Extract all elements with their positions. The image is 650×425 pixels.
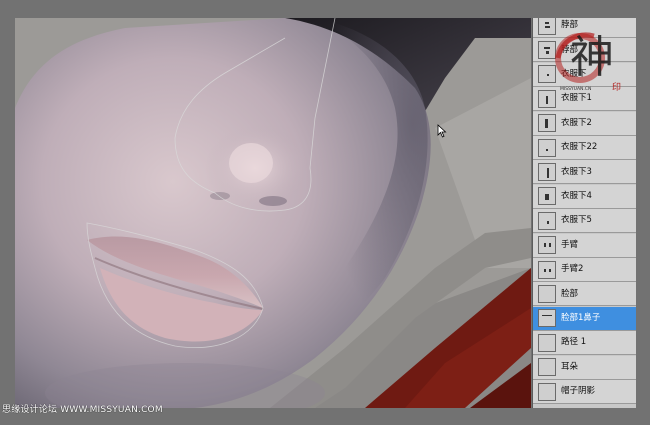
layer-row[interactable]: 衣服下4 [533,184,636,209]
layer-thumbnail-icon [538,138,556,157]
layer-thumbnail-icon [538,382,556,401]
layer-row[interactable]: 路径 1 [533,331,636,356]
layer-row[interactable]: 衣服下5 [533,209,636,234]
layer-name: 衣服下2 [561,117,592,128]
layer-row[interactable]: 脸部 [533,282,636,307]
watermark: 思缘设计论坛 WWW.MISSYUAN.COM [2,405,163,415]
layer-name: 衣服下3 [561,166,592,177]
layer-row[interactable]: 衣服下2 [533,111,636,136]
layer-row[interactable]: 帽子阴影 [533,380,636,404]
layer-name: 衣服下4 [561,191,592,202]
logo-site-text: MISSYUAN.CN [560,86,591,92]
seal-logo-icon: 神 印 MISSYUAN.CN [555,32,621,93]
layer-row[interactable]: 手臂 [533,233,636,258]
layer-row[interactable]: 衣服下3 [533,160,636,185]
layer-name: 脸部 [561,288,579,299]
layer-thumbnail-icon [538,162,556,181]
layer-name: 帽子阴影 [561,386,596,397]
layer-name: 耳朵 [561,361,579,372]
layer-row[interactable]: 衣服下22 [533,136,636,160]
layer-row[interactable]: 手臂2 [533,258,636,282]
layer-name: 脸部1鼻子 [561,313,601,324]
layer-row[interactable]: 脸部1鼻子 [533,306,636,331]
layer-thumbnail-icon [538,211,556,230]
layer-name: 手臂 [561,239,579,250]
document-canvas[interactable] [15,18,531,408]
logo-glyph: 神 [570,32,614,83]
layer-thumbnail-icon [538,309,556,328]
layer-thumbnail-icon [538,260,556,279]
layer-thumbnail-icon [538,284,556,303]
layer-name: 手臂2 [561,264,584,275]
arrow-cursor-icon [437,124,447,138]
layer-name: 路径 1 [561,337,587,348]
layer-name: 衣服下22 [561,142,598,153]
layer-thumbnail-icon [538,114,556,133]
layer-thumbnail-icon [538,187,556,206]
svg-text:印: 印 [612,81,621,93]
layer-name: 衣服下5 [561,215,592,226]
app-window: 脖部 脖部 衣服下 衣服下1 衣服下2 衣服下22 衣服下3 衣服下4 衣服下5 手臂 手臂2 脸部脸… [0,0,650,425]
layer-thumbnail-icon [538,358,556,377]
layer-thumbnail-icon [538,236,556,255]
layer-row[interactable]: 耳朵 [533,355,636,380]
layer-thumbnail-icon [538,333,556,352]
artwork [15,18,531,408]
